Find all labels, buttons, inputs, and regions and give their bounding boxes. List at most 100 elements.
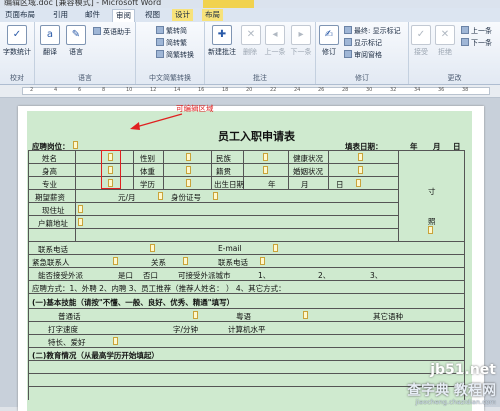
track-changes-label: 修订 <box>322 48 336 56</box>
group-changes: ✓ 接受 ✕ 拒绝 上一条 下一条 更改 <box>409 22 500 84</box>
watermark: jb51.net 查字典 教程网 jiaocheng.chazidian.com <box>360 360 500 407</box>
city-3-label: 3、 <box>370 271 383 280</box>
emergency-field[interactable] <box>113 257 118 265</box>
current-address-field[interactable] <box>78 205 83 213</box>
group-language: a 翻译 ✎ 语言 英语助手 语言 <box>35 22 136 84</box>
reject-button[interactable]: ✕ 拒绝 <box>435 25 455 57</box>
track-changes-icon: ✍ <box>319 25 339 45</box>
grid-line <box>288 150 289 189</box>
tab-mailings[interactable]: 邮件 <box>82 9 103 21</box>
translate-icon: a <box>40 25 60 45</box>
to-simplified-icon <box>156 26 164 34</box>
salary-field[interactable] <box>158 192 163 200</box>
reject-icon: ✕ <box>435 25 455 45</box>
grid-line <box>28 254 464 255</box>
prev-comment-button[interactable]: ◂ 上一条 <box>263 25 287 57</box>
tab-view[interactable]: 视图 <box>142 9 163 21</box>
hobbies-field[interactable] <box>113 337 118 345</box>
relation-label: 关系 <box>151 258 166 267</box>
gender-field[interactable] <box>186 153 191 161</box>
position-field[interactable] <box>73 141 78 149</box>
contact-phone-label: 联系电话 <box>218 258 248 267</box>
id-card-field[interactable] <box>213 192 218 200</box>
horizontal-ruler[interactable]: 2 4 6 8 10 12 14 16 18 20 22 24 26 28 30 32 34 36 38 <box>0 85 500 98</box>
hometown-label: 籍贯 <box>216 167 231 176</box>
hometown-field[interactable] <box>263 166 268 174</box>
accept-button[interactable]: ✓ 接受 <box>411 25 431 57</box>
new-comment-icon: ✚ <box>212 25 232 45</box>
grid-line <box>28 176 398 177</box>
id-card-label: 身份证号 <box>171 193 201 202</box>
grid-line <box>133 150 134 189</box>
typing-unit: 字/分钟 <box>173 325 199 334</box>
new-comment-button[interactable]: ✚ 新建批注 <box>207 25 237 57</box>
form-title: 员工入职申请表 <box>218 130 295 143</box>
language-icon: ✎ <box>66 25 86 45</box>
grid-line <box>28 241 464 242</box>
birthdate-field[interactable] <box>356 179 361 187</box>
convert-icon <box>156 50 164 58</box>
relation-field[interactable] <box>183 257 188 265</box>
english-assistant-button[interactable]: 英语助手 <box>93 27 131 37</box>
contact-phone-field[interactable] <box>260 257 265 265</box>
health-field[interactable] <box>358 153 363 161</box>
tab-design[interactable]: 设计 <box>172 9 193 21</box>
education-field[interactable] <box>186 179 191 187</box>
prev-comment-label: 上一条 <box>264 48 286 56</box>
translate-button[interactable]: a 翻译 <box>38 25 62 57</box>
delete-comment-button[interactable]: ✕ 删除 <box>241 25 261 57</box>
ruler-tick: 22 <box>270 87 277 93</box>
word-count-button[interactable]: ✓ 字数统计 <box>2 25 32 57</box>
hukou-field[interactable] <box>78 218 83 226</box>
next-comment-label: 下一条 <box>290 48 312 56</box>
to-simplified-button[interactable]: 繁转简 <box>156 26 187 36</box>
email-label: E-mail <box>218 244 242 253</box>
photo-field[interactable] <box>428 226 433 234</box>
ribbon-tabs: 页面布局 引用 邮件 审阅 视图 设计 布局 <box>0 8 500 23</box>
prev-comment-icon: ◂ <box>265 25 285 45</box>
tab-references[interactable]: 引用 <box>50 9 71 21</box>
final-markup-icon <box>344 26 352 34</box>
marital-field[interactable] <box>358 166 363 174</box>
ethnicity-field[interactable] <box>263 153 268 161</box>
next-change-icon <box>461 38 469 46</box>
prev-change-button[interactable]: 上一条 <box>461 26 492 36</box>
annotation-arrow <box>130 113 183 130</box>
to-traditional-button[interactable]: 简转繁 <box>156 38 187 48</box>
review-pane-button[interactable]: 审阅窗格 <box>344 50 382 60</box>
hobbies-label: 特长、爱好 <box>48 338 86 347</box>
tab-review[interactable]: 审阅 <box>112 9 135 23</box>
next-change-button[interactable]: 下一条 <box>461 38 492 48</box>
mandarin-field[interactable] <box>193 311 198 319</box>
ruler-tick: 32 <box>390 87 397 93</box>
next-comment-button[interactable]: ▸ 下一条 <box>289 25 313 57</box>
delete-comment-label: 删除 <box>243 48 257 56</box>
final-markup-select[interactable]: 最终: 显示标记 <box>344 26 401 36</box>
watermark-line-2: 查字典 教程网 <box>407 383 496 399</box>
language-button[interactable]: ✎ 语言 <box>64 25 88 57</box>
email-field[interactable] <box>273 244 278 252</box>
tab-layout[interactable]: 布局 <box>202 9 223 21</box>
salary-unit: 元/月 <box>118 193 136 202</box>
grid-line <box>28 347 464 348</box>
ribbon: ✓ 字数统计 校对 a 翻译 ✎ 语言 英语助手 语言 繁转简 简转繁 简繁转换… <box>0 22 500 85</box>
no-option[interactable]: 否口 <box>143 270 158 281</box>
grid-line <box>163 150 164 189</box>
new-comment-label: 新建批注 <box>208 48 236 56</box>
track-changes-button[interactable]: ✍ 修订 <box>318 25 340 57</box>
phone-label: 联系电话 <box>38 245 68 254</box>
show-markup-button[interactable]: 显示标记 <box>344 38 382 48</box>
watermark-line-1: jb51.net <box>430 362 496 378</box>
english-assistant-icon <box>93 27 101 35</box>
grid-line <box>28 150 29 400</box>
convert-button[interactable]: 简繁转换 <box>156 50 194 60</box>
ruler-tick: 16 <box>198 87 205 93</box>
weight-field[interactable] <box>186 166 191 174</box>
ruler-tick: 12 <box>150 87 157 93</box>
city-1-label: 1、 <box>258 271 271 280</box>
tab-page-layout[interactable]: 页面布局 <box>2 9 38 21</box>
phone-field[interactable] <box>150 244 155 252</box>
abc-123-icon: ✓ <box>7 25 27 45</box>
cantonese-field[interactable] <box>303 311 308 319</box>
yes-option[interactable]: 是口 <box>118 270 133 281</box>
